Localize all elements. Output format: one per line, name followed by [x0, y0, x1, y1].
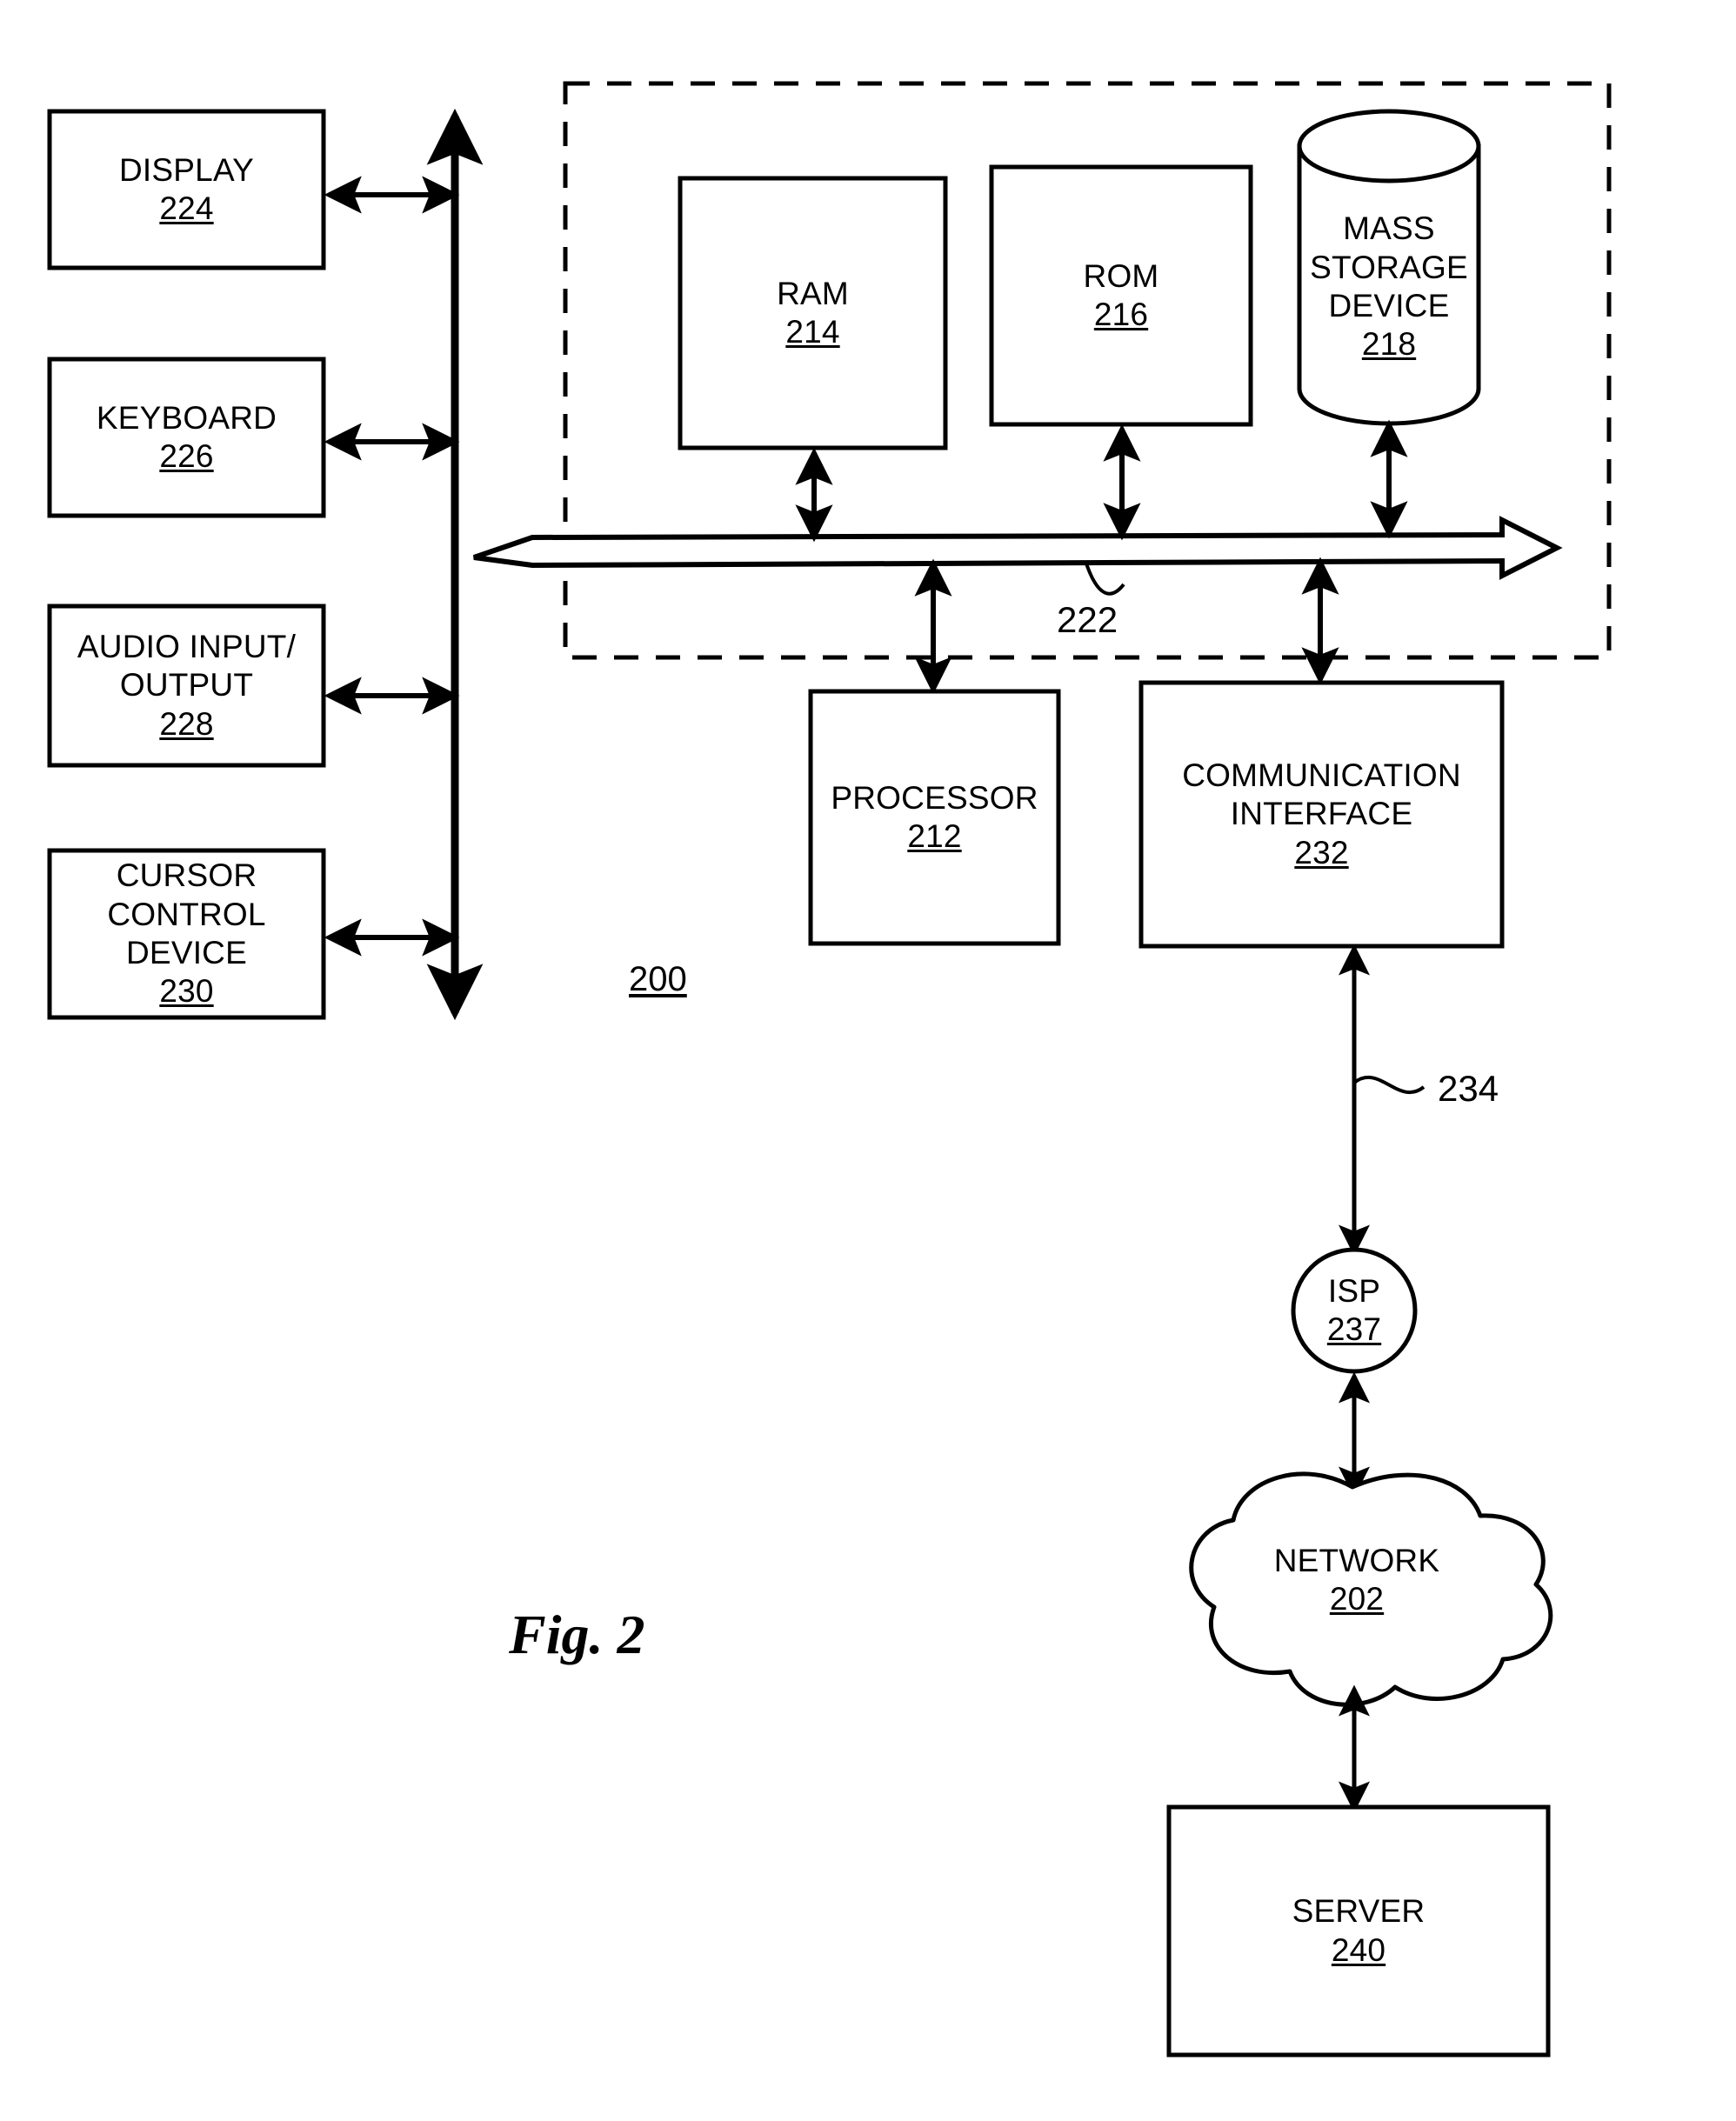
isp-circle: [1291, 1247, 1418, 1374]
ram-box: [678, 176, 948, 450]
link-leader-234: [1352, 1075, 1426, 1095]
cursor-control-box: [47, 848, 326, 1020]
system-bus-222: [473, 516, 1563, 580]
server-box: [1166, 1804, 1551, 2058]
bus-leader-222: [1084, 560, 1125, 596]
mass-storage-cylinder: [1297, 109, 1481, 426]
bus-ref-222: 222: [1057, 599, 1118, 640]
rom-box: [989, 164, 1253, 427]
processor-box: [808, 689, 1061, 946]
figure-caption: Fig. 2: [509, 1604, 645, 1665]
display-box: [47, 109, 326, 270]
audio-io-box: [47, 604, 326, 768]
patent-figure-page: DISPLAY 224 KEYBOARD 226 AUDIO INPUT/ OU…: [0, 0, 1736, 2121]
network-cloud: [1189, 1471, 1553, 1707]
system-ref-200: 200: [629, 960, 687, 998]
communication-interface-box: [1138, 680, 1505, 949]
diagram-canvas: [47, 81, 1612, 2058]
keyboard-box: [47, 357, 326, 518]
link-ref-234: 234: [1438, 1068, 1499, 1109]
